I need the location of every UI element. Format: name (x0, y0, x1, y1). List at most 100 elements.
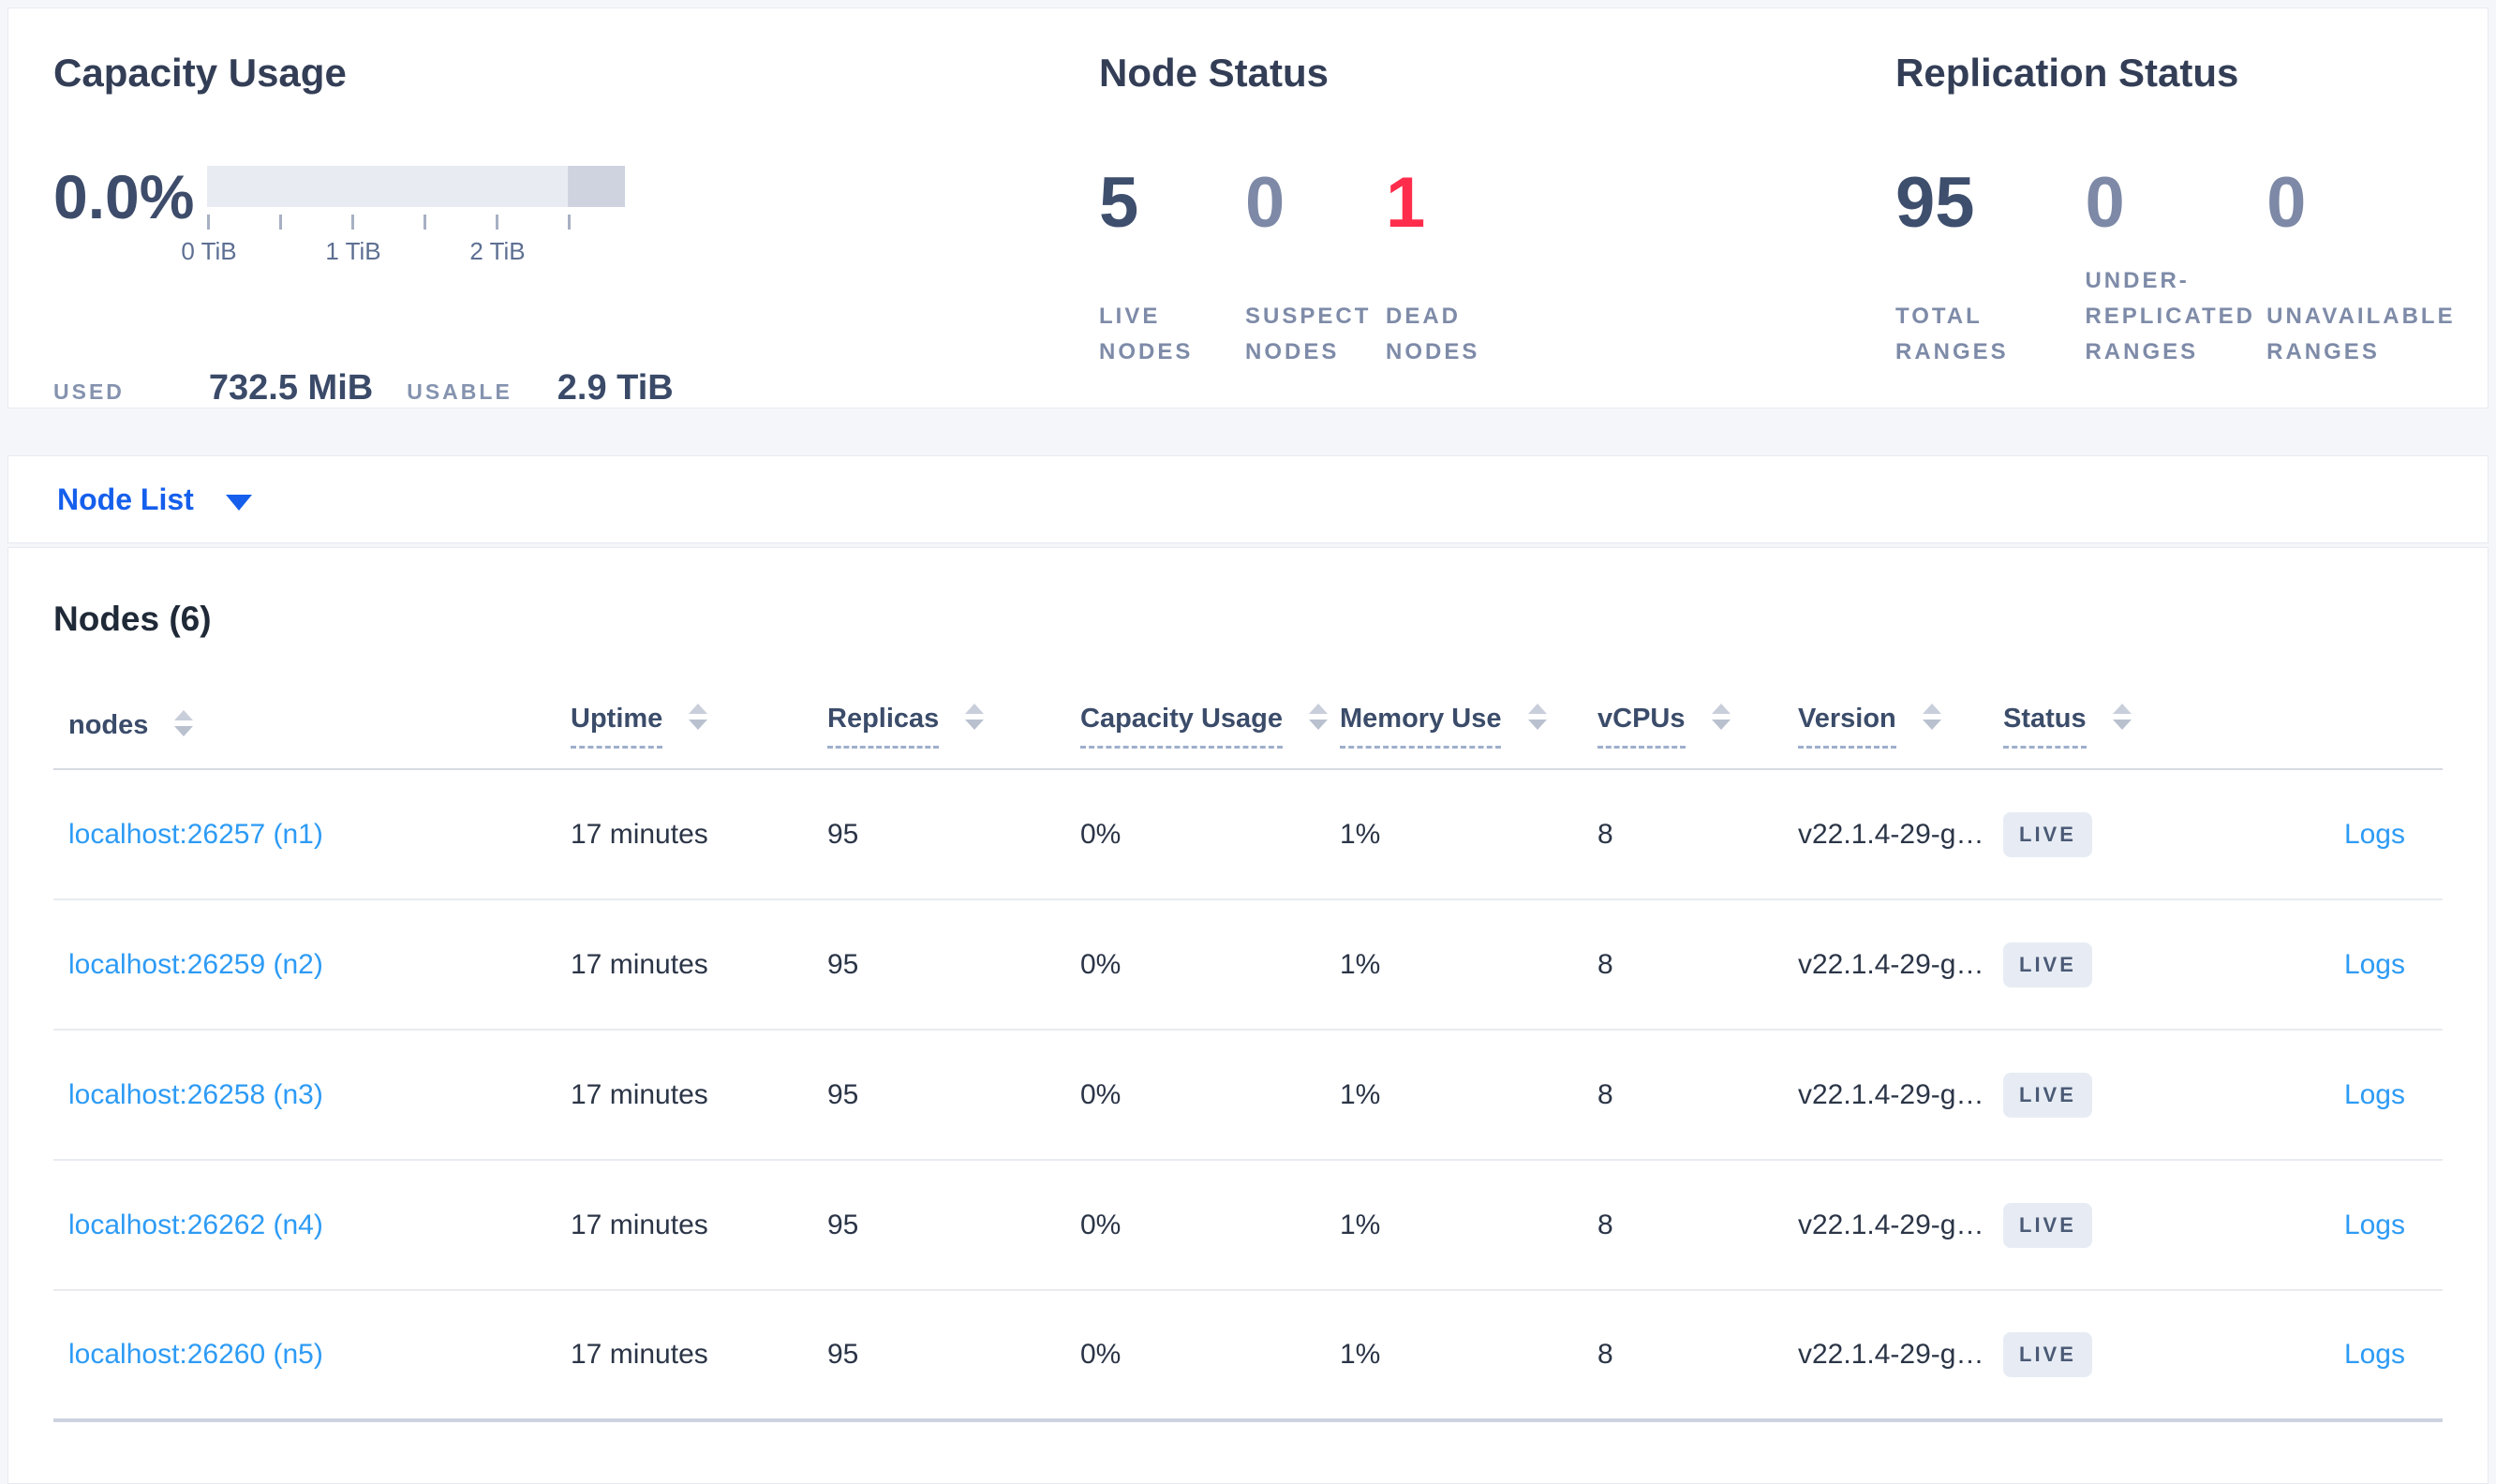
node-link[interactable]: localhost:26260 (n5) (68, 1339, 323, 1370)
under-replicated-ranges-count: 0 (2085, 163, 2125, 243)
capacity-cell: 0% (1080, 899, 1340, 1031)
sort-icon (1309, 703, 1329, 730)
vcpus-cell: 8 (1597, 1290, 1798, 1422)
uptime-cell: 17 minutes (571, 769, 827, 900)
uptime-cell: 17 minutes (571, 1030, 827, 1161)
version-cell: v22.1.4-29-g… (1798, 1290, 2003, 1422)
nodes-table: nodes Uptime Replicas Capacity Usage Mem… (53, 683, 2443, 1422)
replication-status-title: Replication Status (1895, 51, 2239, 95)
column-header-memory-use[interactable]: Memory Use (1340, 683, 1597, 770)
usable-value: 2.9 TiB (557, 368, 674, 408)
column-header-replicas[interactable]: Replicas (827, 683, 1080, 770)
memory-cell: 1% (1340, 899, 1597, 1031)
status-badge: LIVE (2003, 1072, 2092, 1118)
sort-down-icon (1711, 719, 1731, 730)
capacity-usage-panel: Capacity Usage 0.0% 0 TiB 1 TiB 2 TiB US… (53, 53, 1037, 408)
table-row: localhost:26259 (n2) 17 minutes 95 0% 1%… (53, 899, 2443, 1031)
view-selector-bar: Node List (7, 455, 2489, 543)
memory-cell: 1% (1340, 769, 1597, 900)
table-header-row: nodes Uptime Replicas Capacity Usage Mem… (53, 683, 2443, 770)
node-status-title: Node Status (1099, 51, 1330, 95)
uptime-cell: 17 minutes (571, 1290, 827, 1422)
memory-cell: 1% (1340, 1030, 1597, 1161)
status-badge: LIVE (2003, 942, 2092, 987)
vcpus-cell: 8 (1597, 1160, 1798, 1291)
column-header-uptime[interactable]: Uptime (571, 683, 827, 770)
sort-icon (1527, 703, 1547, 730)
logs-link[interactable]: Logs (2344, 819, 2405, 850)
sort-up-icon (965, 703, 985, 714)
logs-link[interactable]: Logs (2344, 949, 2405, 980)
sort-down-icon (1309, 719, 1329, 730)
sort-icon (174, 710, 194, 736)
sort-icon (1922, 703, 1941, 730)
unavailable-ranges-label: UNAVAILABLE RANGES (2266, 304, 2456, 364)
column-header-version[interactable]: Version (1798, 683, 2003, 770)
axis-tick (351, 215, 354, 230)
node-list-dropdown[interactable]: Node List (8, 456, 2488, 542)
logs-link[interactable]: Logs (2344, 1339, 2405, 1370)
sort-icon (2112, 703, 2132, 730)
node-list-dropdown-label[interactable]: Node List (57, 482, 194, 517)
total-ranges-count: 95 (1895, 163, 1975, 243)
node-link[interactable]: localhost:26262 (n4) (68, 1209, 323, 1240)
uptime-cell: 17 minutes (571, 899, 827, 1031)
sort-down-icon (174, 726, 194, 736)
dead-nodes-count: 1 (1386, 163, 1426, 243)
table-row: localhost:26260 (n5) 17 minutes 95 0% 1%… (53, 1290, 2443, 1422)
sort-icon (965, 703, 985, 730)
caret-down-icon (225, 494, 252, 511)
axis-tick-label: 0 TiB (181, 237, 237, 265)
nodes-card: Nodes (6) nodes Uptime Replicas Capacity… (7, 547, 2489, 1484)
capacity-percent: 0.0% (53, 162, 195, 231)
unavailable-ranges-count: 0 (2266, 163, 2307, 243)
column-header-nodes[interactable]: nodes (53, 683, 571, 770)
axis-tick (496, 215, 498, 230)
under-replicated-ranges-label: UNDER-REPLICATED RANGES (2085, 268, 2256, 364)
vcpus-cell: 8 (1597, 769, 1798, 900)
cluster-summary-card: Capacity Usage 0.0% 0 TiB 1 TiB 2 TiB US… (7, 7, 2489, 408)
vcpus-cell: 8 (1597, 899, 1798, 1031)
status-badge: LIVE (2003, 1202, 2092, 1248)
table-row: localhost:26262 (n4) 17 minutes 95 0% 1%… (53, 1160, 2443, 1291)
capacity-cell: 0% (1080, 1290, 1340, 1422)
status-badge: LIVE (2003, 811, 2092, 857)
sort-up-icon (1527, 703, 1547, 714)
suspect-nodes-label: SUSPECT NODES (1245, 304, 1372, 364)
suspect-nodes-count: 0 (1245, 163, 1285, 243)
capacity-bar-track (207, 166, 625, 207)
sort-up-icon (1922, 703, 1941, 714)
column-header-vcpus[interactable]: vCPUs (1597, 683, 1798, 770)
column-header-status[interactable]: Status (2003, 683, 2219, 770)
sort-icon (689, 703, 708, 730)
sort-down-icon (1527, 719, 1547, 730)
replication-status-panel: Replication Status 95 0 0 TOTAL RANGES U… (1895, 53, 2476, 370)
sort-down-icon (1922, 719, 1941, 730)
dead-nodes-label: DEAD NODES (1386, 304, 1480, 364)
version-cell: v22.1.4-29-g… (1798, 1160, 2003, 1291)
table-row: localhost:26257 (n1) 17 minutes 95 0% 1%… (53, 769, 2443, 900)
axis-tick-label: 1 TiB (325, 237, 381, 265)
node-link[interactable]: localhost:26258 (n3) (68, 1079, 323, 1110)
used-value: 732.5 MiB (208, 368, 374, 408)
capacity-cell: 0% (1080, 769, 1340, 900)
sort-down-icon (965, 719, 985, 730)
node-link[interactable]: localhost:26259 (n2) (68, 949, 323, 980)
table-row: localhost:26258 (n3) 17 minutes 95 0% 1%… (53, 1030, 2443, 1161)
sort-up-icon (1309, 703, 1329, 714)
memory-cell: 1% (1340, 1290, 1597, 1422)
sort-icon (1711, 703, 1731, 730)
capacity-cell: 0% (1080, 1160, 1340, 1291)
capacity-used-usable-row: USED 732.5 MiB USABLE 2.9 TiB (53, 368, 1037, 408)
uptime-cell: 17 minutes (571, 1160, 827, 1291)
live-nodes-label: LIVE NODES (1099, 304, 1194, 364)
replicas-cell: 95 (827, 1160, 1080, 1291)
column-header-capacity-usage[interactable]: Capacity Usage (1080, 683, 1340, 770)
node-link[interactable]: localhost:26257 (n1) (68, 819, 323, 850)
replicas-cell: 95 (827, 769, 1080, 900)
replicas-cell: 95 (827, 1290, 1080, 1422)
logs-link[interactable]: Logs (2344, 1209, 2405, 1240)
capacity-usage-title: Capacity Usage (53, 51, 347, 95)
axis-tick (279, 215, 282, 230)
logs-link[interactable]: Logs (2344, 1079, 2405, 1110)
